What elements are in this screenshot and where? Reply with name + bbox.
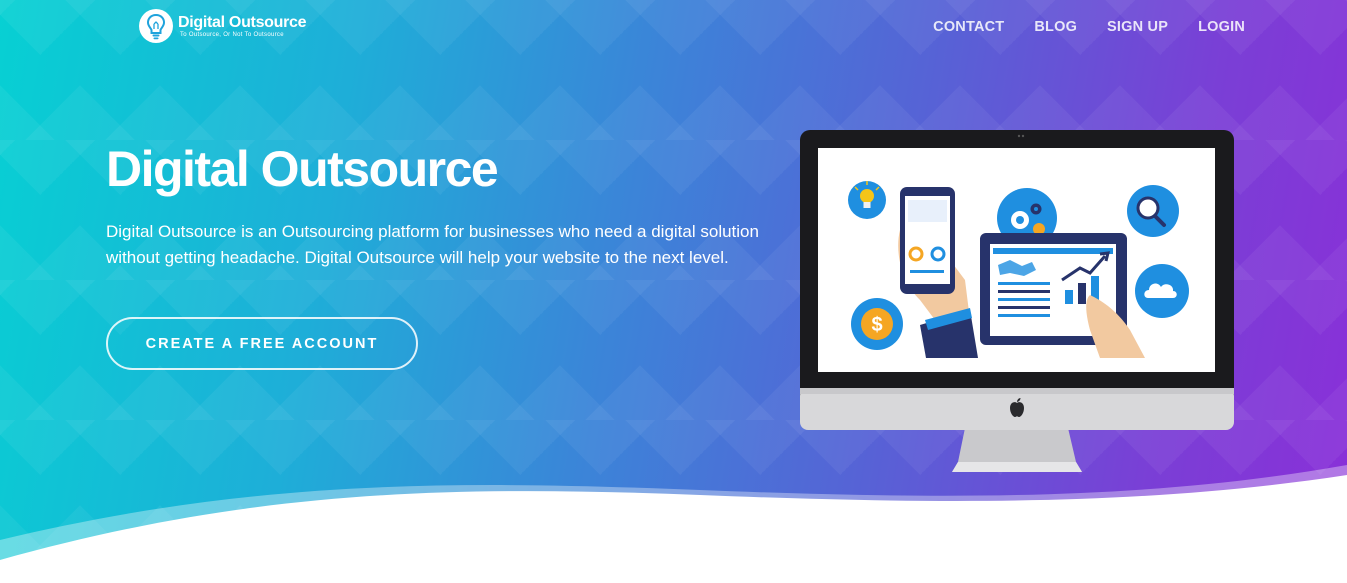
nav-signup-link[interactable]: SIGN UP <box>1107 19 1168 35</box>
lightbulb-logo-icon <box>139 9 173 43</box>
dollar-icon: $ <box>851 298 903 350</box>
nav-blog-link[interactable]: BLOG <box>1034 19 1077 35</box>
hero-description: Digital Outsource is an Outsourcing plat… <box>106 222 759 267</box>
svg-text:$: $ <box>871 314 882 336</box>
nav-login-link[interactable]: LOGIN <box>1198 19 1245 35</box>
logo-tagline: To Outsource, Or Not To Outsource <box>180 32 284 38</box>
monitor-illustration: $ <box>800 130 1234 472</box>
search-icon <box>1127 185 1179 237</box>
main-nav: CONTACT BLOG SIGN UP LOGIN <box>933 19 1245 35</box>
tablet-illustration <box>980 233 1145 358</box>
nav-contact-link[interactable]: CONTACT <box>933 19 1004 35</box>
site-logo[interactable]: Digital Outsource To Outsource, Or Not T… <box>138 8 307 44</box>
bottom-wave-divider <box>0 465 1347 583</box>
logo-title: Digital Outsource <box>178 14 307 31</box>
lightbulb-icon <box>848 181 886 219</box>
cloud-icon <box>1135 264 1189 318</box>
hero-section: Digital Outsource To Outsource, Or Not T… <box>0 0 1347 583</box>
create-free-account-button[interactable]: CREATE A FREE ACCOUNT <box>106 317 418 370</box>
hero-title: Digital Outsource <box>106 141 499 197</box>
